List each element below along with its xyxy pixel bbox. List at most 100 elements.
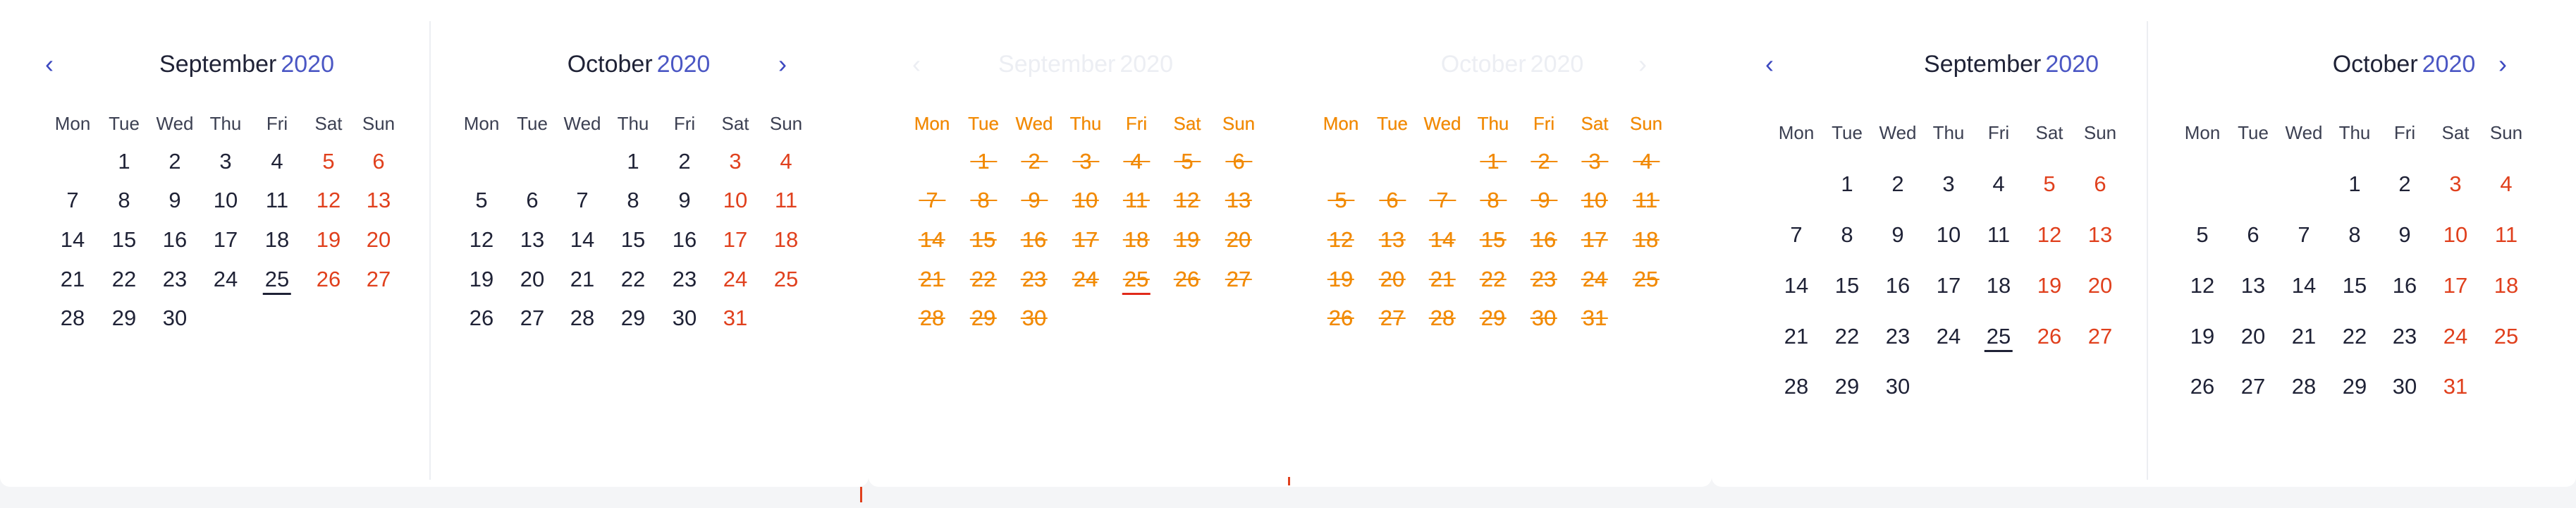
day-cell[interactable]: 18: [774, 226, 798, 254]
day-cell[interactable]: 24: [1581, 265, 1608, 294]
day-cell[interactable]: 12: [1173, 186, 1201, 214]
day-cell[interactable]: 11: [1987, 221, 2010, 249]
day-cell[interactable]: 20: [2088, 272, 2112, 300]
day-cell[interactable]: 19: [2190, 322, 2214, 351]
day-cell[interactable]: 10: [723, 186, 747, 214]
day-cell[interactable]: 8: [2348, 221, 2360, 249]
day-cell[interactable]: 27: [2241, 373, 2265, 401]
day-cell[interactable]: 24: [2443, 322, 2467, 351]
day-cell[interactable]: 14: [2292, 272, 2316, 300]
day-cell[interactable]: 21: [1428, 265, 1456, 294]
day-cell[interactable]: 23: [163, 265, 187, 294]
year-label[interactable]: 2020: [2422, 51, 2476, 78]
day-cell[interactable]: 8: [970, 186, 997, 214]
day-cell[interactable]: 28: [61, 304, 85, 332]
day-cell[interactable]: 15: [969, 226, 997, 254]
day-cell[interactable]: 24: [214, 265, 238, 294]
day-cell[interactable]: 25: [1984, 322, 2013, 352]
day-cell[interactable]: 14: [1784, 272, 1808, 300]
day-cell[interactable]: 11: [1633, 186, 1660, 214]
day-cell[interactable]: 21: [1784, 322, 1808, 351]
day-cell[interactable]: 23: [1886, 322, 1910, 351]
day-cell[interactable]: 7: [1429, 186, 1456, 214]
day-cell[interactable]: 10: [1937, 221, 1961, 249]
day-cell[interactable]: 9: [1891, 221, 1903, 249]
day-cell[interactable]: 19: [1173, 226, 1201, 254]
day-cell[interactable]: 11: [2495, 221, 2517, 249]
day-cell[interactable]: 24: [1937, 322, 1961, 351]
day-cell[interactable]: 17: [214, 226, 238, 254]
day-cell[interactable]: 20: [2241, 322, 2265, 351]
day-cell[interactable]: 1: [1841, 170, 1853, 198]
day-cell[interactable]: 5: [1174, 147, 1201, 176]
day-cell[interactable]: 2: [2398, 170, 2410, 198]
day-cell[interactable]: 4: [1633, 147, 1660, 176]
day-cell[interactable]: 20: [367, 226, 391, 254]
day-cell[interactable]: 8: [627, 186, 639, 214]
day-cell[interactable]: 27: [1378, 304, 1406, 332]
day-cell[interactable]: 16: [2393, 272, 2417, 300]
day-cell[interactable]: 29: [1835, 373, 1859, 401]
day-cell[interactable]: 30: [163, 304, 187, 332]
day-cell[interactable]: 5: [1327, 186, 1354, 214]
day-cell[interactable]: 26: [470, 304, 493, 332]
day-cell[interactable]: 9: [2398, 221, 2410, 249]
day-cell[interactable]: 3: [1072, 147, 1099, 176]
day-cell[interactable]: 26: [1173, 265, 1201, 294]
day-cell[interactable]: 16: [1530, 226, 1557, 254]
day-cell[interactable]: 10: [1581, 186, 1608, 214]
day-cell[interactable]: 23: [1020, 265, 1048, 294]
day-cell[interactable]: 19: [2037, 272, 2061, 300]
day-cell[interactable]: 4: [1123, 147, 1150, 176]
day-cell[interactable]: 15: [621, 226, 645, 254]
day-cell[interactable]: 22: [112, 265, 136, 294]
day-cell[interactable]: 21: [61, 265, 85, 294]
day-cell[interactable]: 29: [969, 304, 997, 332]
day-cell[interactable]: 12: [2037, 221, 2061, 249]
day-cell[interactable]: 4: [1992, 170, 2004, 198]
day-cell[interactable]: 6: [1379, 186, 1406, 214]
day-cell[interactable]: 1: [627, 147, 639, 176]
day-cell[interactable]: 25: [262, 265, 291, 295]
day-cell[interactable]: 7: [1790, 221, 1802, 249]
day-cell[interactable]: 2: [678, 147, 690, 176]
year-label[interactable]: 2020: [657, 51, 711, 78]
day-cell[interactable]: 1: [1480, 147, 1507, 176]
day-cell[interactable]: 8: [1841, 221, 1853, 249]
day-cell[interactable]: 17: [1937, 272, 1961, 300]
day-cell[interactable]: 16: [673, 226, 697, 254]
chevron-left-icon[interactable]: ‹: [903, 51, 930, 78]
day-cell[interactable]: 2: [1021, 147, 1048, 176]
day-cell[interactable]: 23: [673, 265, 697, 294]
day-cell[interactable]: 29: [2343, 373, 2367, 401]
day-cell[interactable]: 22: [1835, 322, 1859, 351]
day-cell[interactable]: 24: [723, 265, 747, 294]
day-cell[interactable]: 14: [570, 226, 594, 254]
day-cell[interactable]: 11: [266, 186, 288, 214]
day-cell[interactable]: 8: [118, 186, 130, 214]
day-cell[interactable]: 13: [2241, 272, 2265, 300]
day-cell[interactable]: 12: [2190, 272, 2214, 300]
day-cell[interactable]: 30: [1886, 373, 1910, 401]
day-cell[interactable]: 27: [1225, 265, 1252, 294]
day-cell[interactable]: 2: [168, 147, 180, 176]
day-cell[interactable]: 29: [112, 304, 136, 332]
day-cell[interactable]: 17: [2443, 272, 2467, 300]
day-cell[interactable]: 4: [2500, 170, 2512, 198]
day-cell[interactable]: 11: [775, 186, 797, 214]
day-cell[interactable]: 22: [621, 265, 645, 294]
day-cell[interactable]: 26: [317, 265, 341, 294]
day-cell[interactable]: 20: [520, 265, 544, 294]
day-cell[interactable]: 20: [1225, 226, 1252, 254]
day-cell[interactable]: 28: [570, 304, 594, 332]
day-cell[interactable]: 1: [970, 147, 997, 176]
day-cell[interactable]: 27: [2088, 322, 2112, 351]
day-cell[interactable]: 6: [372, 147, 384, 176]
day-cell[interactable]: 3: [1942, 170, 1954, 198]
day-cell[interactable]: 15: [1835, 272, 1859, 300]
day-cell[interactable]: 24: [1072, 265, 1099, 294]
day-cell[interactable]: 12: [1327, 226, 1354, 254]
day-cell[interactable]: 13: [367, 186, 391, 214]
day-cell[interactable]: 25: [1122, 265, 1151, 295]
day-cell[interactable]: 20: [1378, 265, 1406, 294]
